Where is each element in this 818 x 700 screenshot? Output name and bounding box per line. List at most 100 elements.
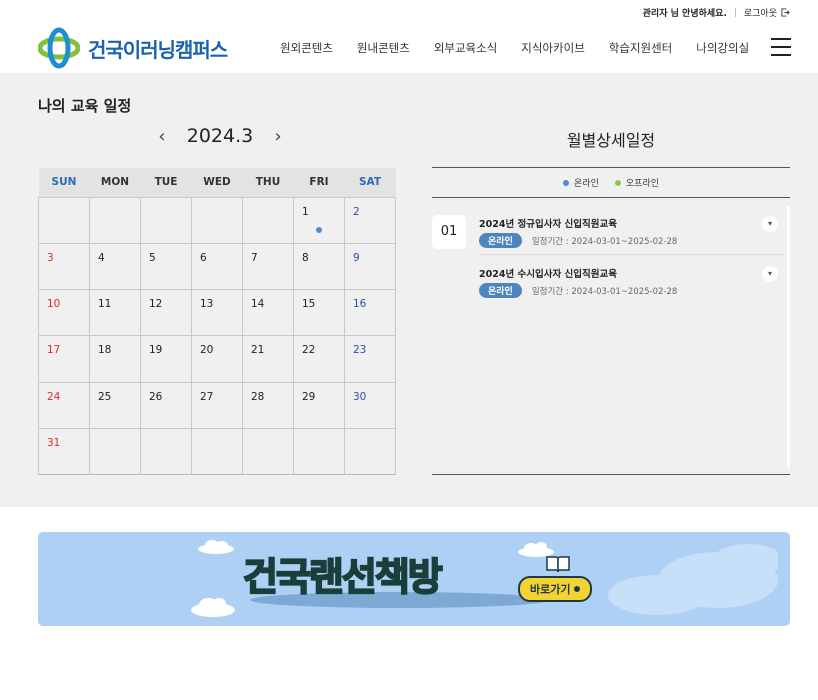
utility-bar: 관리자 님 안녕하세요. 로그아웃 [643, 6, 790, 19]
online-event-dot-icon [316, 226, 322, 233]
event-title: 2024년 정규입사자 신입직원교육 [479, 219, 617, 230]
calendar-day-number: 22 [302, 344, 316, 357]
nav-item-external-contents[interactable]: 원외콘텐츠 [268, 40, 345, 56]
weekday-header: WED [191, 168, 243, 197]
banner-title: 건국랜선책방 [242, 554, 444, 600]
nav-item-internal-contents[interactable]: 원내콘텐츠 [345, 40, 422, 56]
chevron-down-icon[interactable]: ▾ [762, 216, 778, 232]
event-title: 2024년 수시입사자 신입직원교육 [479, 269, 617, 280]
calendar-day-number: 24 [47, 390, 61, 403]
calendar-day-cell[interactable]: 17 [38, 335, 90, 383]
logo[interactable]: 건국이러닝캠퍼스 [38, 27, 228, 69]
calendar-day-number: 25 [98, 390, 112, 403]
calendar-day-number: 28 [251, 390, 265, 403]
calendar-day-cell[interactable]: 12 [140, 289, 192, 337]
calendar-day-cell[interactable]: 29 [293, 381, 345, 429]
calendar-day-cell[interactable]: 13 [191, 289, 243, 337]
calendar-empty-cell [293, 427, 345, 476]
calendar-day-cell[interactable]: 5 [140, 242, 192, 291]
calendar-day-number: 27 [200, 390, 214, 403]
calendar-day-cell[interactable]: 4 [89, 242, 141, 291]
calendar-day-cell[interactable]: 7 [242, 242, 294, 291]
calendar-empty-cell [89, 427, 141, 476]
calendar-empty-cell [140, 427, 192, 476]
calendar-day-cell[interactable]: 24 [38, 381, 90, 429]
logo-mark-icon [38, 27, 80, 69]
calendar-day-number: 26 [149, 390, 163, 403]
page-title: 나의 교육 일정 [38, 97, 132, 115]
online-bookstore-banner[interactable]: 건국랜선책방 바로가기 [38, 532, 790, 626]
scrollbar[interactable] [787, 206, 790, 468]
calendar-day-cell[interactable]: 30 [344, 381, 396, 429]
calendar-day-number: 6 [200, 251, 207, 264]
calendar-day-number: 3 [47, 251, 54, 264]
weekday-header: FRI [293, 168, 345, 197]
calendar-week-row: 31 [38, 427, 396, 476]
calendar-day-cell[interactable]: 26 [140, 381, 192, 429]
online-badge: 온라인 [479, 283, 522, 298]
calendar-month-label: 2024.3 [186, 125, 254, 147]
calendar-day-cell[interactable]: 28 [242, 381, 294, 429]
divider [734, 8, 736, 17]
nav-item-my-classroom[interactable]: 나의강의실 [684, 40, 761, 56]
calendar-day-cell[interactable]: 19 [140, 335, 192, 383]
go-button[interactable]: 바로가기 [518, 576, 593, 602]
calendar-day-cell[interactable]: 31 [38, 427, 90, 476]
calendar-day-cell[interactable]: 20 [191, 335, 243, 383]
calendar-day-cell[interactable]: 22 [293, 335, 345, 383]
hamburger-menu-icon[interactable] [771, 38, 791, 56]
calendar-day-cell[interactable]: 25 [89, 381, 141, 429]
prev-month-button[interactable]: ‹ [155, 126, 169, 147]
event-item[interactable]: 2024년 정규입사자 신입직원교육 온라인 일정기간 : 2024-03-01… [479, 216, 784, 248]
calendar-day-number: 21 [251, 344, 265, 357]
event-day-badge: 01 [432, 215, 466, 249]
nav-item-learning-support[interactable]: 학습지원센터 [597, 40, 684, 56]
calendar-day-cell[interactable]: 1 [293, 196, 345, 244]
event-item[interactable]: 2024년 수시입사자 신입직원교육 온라인 일정기간 : 2024-03-01… [479, 266, 784, 298]
monthly-detail-panel: 온라인 오프라인 01 2024년 정규입사자 신입직원교육 온라인 일정기간 … [432, 167, 790, 475]
calendar-day-cell[interactable]: 14 [242, 289, 294, 337]
legend-online: 온라인 [563, 176, 599, 189]
calendar-empty-cell [242, 196, 294, 244]
calendar-day-number: 7 [251, 251, 258, 264]
calendar-day-number: 2 [353, 205, 360, 218]
calendar-day-cell[interactable]: 15 [293, 289, 345, 337]
legend-offline-label: 오프라인 [625, 179, 659, 189]
calendar-day-cell[interactable]: 10 [38, 289, 90, 337]
calendar-day-cell[interactable]: 11 [89, 289, 141, 337]
online-badge: 온라인 [479, 233, 522, 248]
calendar-day-number: 12 [149, 298, 163, 311]
schedule-section: 나의 교육 일정 ‹ 2024.3 › SUN MON TUE WED THU … [0, 73, 818, 507]
calendar-day-number: 15 [302, 298, 316, 311]
calendar-empty-cell [191, 427, 243, 476]
legend: 온라인 오프라인 [432, 168, 790, 198]
weekday-header: SUN [38, 168, 90, 197]
calendar-day-cell[interactable]: 21 [242, 335, 294, 383]
calendar-empty-cell [89, 196, 141, 244]
calendar-day-cell[interactable]: 6 [191, 242, 243, 291]
chevron-down-icon[interactable]: ▾ [762, 266, 778, 282]
next-month-button[interactable]: › [271, 126, 285, 147]
calendar-day-number: 1 [302, 205, 309, 218]
weekday-header: MON [89, 168, 141, 197]
weekday-header: THU [242, 168, 294, 197]
calendar-day-cell[interactable]: 9 [344, 242, 396, 291]
calendar-week-row: 10 11 12 13 14 15 16 [38, 289, 396, 337]
logout-link[interactable]: 로그아웃 [744, 6, 790, 19]
calendar-day-cell[interactable]: 2 [344, 196, 396, 244]
calendar-day-number: 13 [200, 298, 214, 311]
calendar-day-cell[interactable]: 23 [344, 335, 396, 383]
calendar-day-number: 5 [149, 251, 156, 264]
calendar-day-cell[interactable]: 16 [344, 289, 396, 337]
logout-label: 로그아웃 [743, 9, 777, 19]
cloud-icon [198, 540, 234, 554]
calendar-day-cell[interactable]: 3 [38, 242, 90, 291]
nav-item-external-news[interactable]: 외부교육소식 [422, 40, 509, 56]
calendar-grid: SUN MON TUE WED THU FRI SAT 1 2 3 4 5 6 7 8 9 10 1… [38, 168, 396, 476]
calendar-day-cell[interactable]: 18 [89, 335, 141, 383]
book-icon [546, 556, 570, 573]
calendar-day-cell[interactable]: 8 [293, 242, 345, 291]
calendar-day-cell[interactable]: 27 [191, 381, 243, 429]
calendar-day-number: 16 [353, 298, 367, 311]
nav-item-knowledge-archive[interactable]: 지식아카이브 [509, 40, 596, 56]
